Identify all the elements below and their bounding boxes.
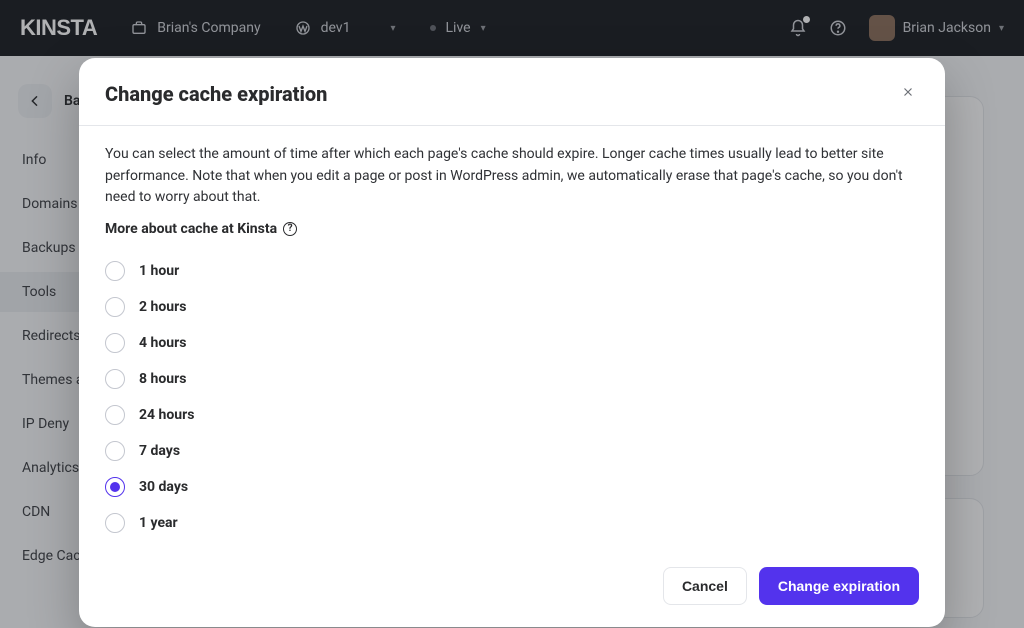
radio-label: 2 hours bbox=[139, 299, 186, 315]
cancel-label: Cancel bbox=[682, 578, 728, 594]
expiration-option[interactable]: 8 hours bbox=[105, 361, 919, 397]
radio-icon bbox=[105, 261, 125, 281]
expiration-option[interactable]: 1 hour bbox=[105, 253, 919, 289]
expiration-option[interactable]: 4 hours bbox=[105, 325, 919, 361]
expiration-option[interactable]: 30 days bbox=[105, 469, 919, 505]
expiration-option[interactable]: 7 days bbox=[105, 433, 919, 469]
radio-label: 7 days bbox=[139, 443, 180, 459]
radio-label: 30 days bbox=[139, 479, 188, 495]
confirm-label: Change expiration bbox=[778, 578, 900, 594]
cache-expiration-modal: Change cache expiration You can select t… bbox=[79, 58, 945, 627]
radio-icon bbox=[105, 441, 125, 461]
radio-label: 24 hours bbox=[139, 407, 194, 423]
change-expiration-button[interactable]: Change expiration bbox=[759, 567, 919, 605]
expiration-option[interactable]: 1 year bbox=[105, 505, 919, 541]
radio-icon bbox=[105, 513, 125, 533]
modal-title: Change cache expiration bbox=[105, 82, 327, 106]
close-button[interactable] bbox=[897, 80, 919, 107]
radio-label: 4 hours bbox=[139, 335, 186, 351]
radio-icon bbox=[105, 405, 125, 425]
radio-label: 1 hour bbox=[139, 263, 179, 279]
more-link-label: More about cache at Kinsta bbox=[105, 221, 277, 237]
radio-icon bbox=[105, 297, 125, 317]
help-icon: ? bbox=[283, 222, 297, 236]
expiration-option[interactable]: 2 hours bbox=[105, 289, 919, 325]
radio-icon bbox=[105, 477, 125, 497]
radio-label: 1 year bbox=[139, 515, 178, 531]
radio-icon bbox=[105, 333, 125, 353]
radio-icon bbox=[105, 369, 125, 389]
cancel-button[interactable]: Cancel bbox=[663, 567, 747, 605]
radio-label: 8 hours bbox=[139, 371, 186, 387]
more-about-cache-link[interactable]: More about cache at Kinsta ? bbox=[105, 221, 919, 237]
modal-description: You can select the amount of time after … bbox=[105, 144, 919, 209]
expiration-option[interactable]: 24 hours bbox=[105, 397, 919, 433]
modal-overlay[interactable]: Change cache expiration You can select t… bbox=[0, 0, 1024, 628]
expiration-options: 1 hour 2 hours 4 hours 8 hours 24 hours 7 day… bbox=[105, 253, 919, 541]
